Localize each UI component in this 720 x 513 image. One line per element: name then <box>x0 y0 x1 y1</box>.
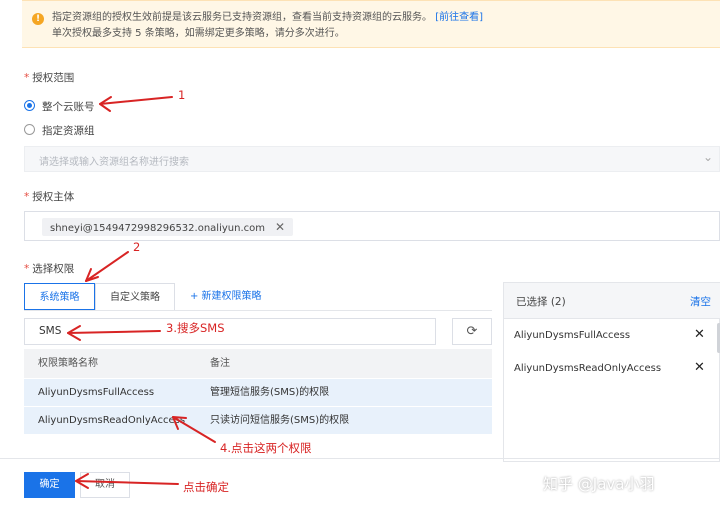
annotation-4: 4.点击这两个权限 <box>220 441 312 455</box>
arrow-2 <box>85 251 129 282</box>
arrow-3 <box>67 330 161 334</box>
annotation-1: 1 <box>178 88 186 102</box>
annotation-arrows <box>67 96 216 489</box>
arrow-5 <box>75 480 179 485</box>
annotation-5: 点击确定 <box>183 480 229 494</box>
watermark: 知乎 @Java小羽 <box>543 475 655 493</box>
arrow-4 <box>172 416 216 443</box>
annotation-2: 2 <box>133 240 141 254</box>
annotation-3: 3.搜多SMS <box>166 321 225 335</box>
